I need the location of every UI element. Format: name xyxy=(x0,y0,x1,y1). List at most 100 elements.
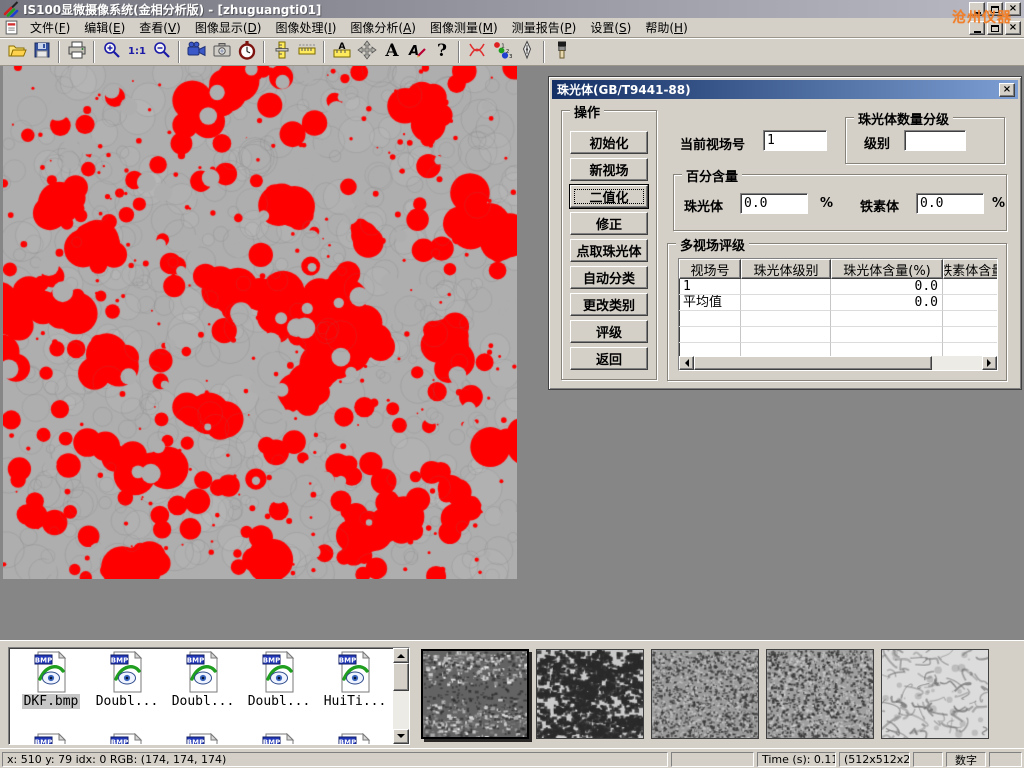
thumbnail-3[interactable] xyxy=(766,649,874,739)
table-horizontal-scrollbar[interactable] xyxy=(679,356,997,370)
menu-item-9[interactable]: 帮助(H) xyxy=(638,17,694,38)
dialog-close-button[interactable]: × xyxy=(999,83,1015,97)
measure-text-icon: A xyxy=(332,40,352,63)
status-bar: x: 510 y: 79 idx: 0 RGB: (174, 174, 174)… xyxy=(0,748,1024,768)
actual-size-button[interactable]: 1:1 xyxy=(124,39,149,64)
thumbnail-0[interactable] xyxy=(421,649,529,739)
move-cross-button[interactable] xyxy=(354,39,379,64)
level-input[interactable] xyxy=(904,130,966,151)
metallograph-image[interactable] xyxy=(3,66,517,579)
menu-item-7[interactable]: 测量报告(P) xyxy=(505,17,584,38)
video-camera-button[interactable] xyxy=(184,39,209,64)
print-button[interactable] xyxy=(64,39,89,64)
table-row-2[interactable] xyxy=(679,311,997,327)
table-row-3[interactable] xyxy=(679,327,997,343)
file-item-1[interactable]: BMPDoubl... xyxy=(91,651,163,709)
file-item-0[interactable]: BMPDKF.bmp xyxy=(15,651,87,709)
op-button-6[interactable]: 更改类别 xyxy=(570,293,648,316)
thumbnail-4[interactable] xyxy=(881,649,989,739)
document-icon xyxy=(4,20,19,35)
op-button-0[interactable]: 初始化 xyxy=(570,131,648,154)
pearlite-percent-input[interactable] xyxy=(740,193,808,214)
mdi-close-button[interactable]: × xyxy=(1005,21,1021,35)
menu-item-2[interactable]: 查看(V) xyxy=(132,17,188,38)
title-bar: IS100显微摄像系统(金相分析版) - [zhuguangti01] × xyxy=(0,0,1024,18)
op-button-4[interactable]: 点取珠光体 xyxy=(570,239,648,262)
zoom-in-button[interactable] xyxy=(99,39,124,64)
horizontal-ruler-button[interactable] xyxy=(294,39,319,64)
curve-tool-icon xyxy=(467,40,487,63)
op-button-1[interactable]: 新视场 xyxy=(570,158,648,181)
file-item-row2-0[interactable]: BMP xyxy=(15,733,87,745)
menu-item-4[interactable]: 图像处理(I) xyxy=(268,17,343,38)
menu-item-8[interactable]: 设置(S) xyxy=(583,17,638,38)
menu-item-5[interactable]: 图像分析(A) xyxy=(343,17,423,38)
file-item-3[interactable]: BMPDoubl... xyxy=(243,651,315,709)
file-item-2[interactable]: BMPDoubl... xyxy=(167,651,239,709)
column-header-1[interactable]: 珠光体级别 xyxy=(741,259,831,279)
curve-tool-button[interactable] xyxy=(464,39,489,64)
table-cell xyxy=(741,295,831,311)
file-scrollbar-thumb[interactable] xyxy=(393,663,409,691)
horizontal-ruler-icon xyxy=(297,40,317,63)
column-header-0[interactable]: 视场号 xyxy=(679,259,741,279)
scrollbar-thumb[interactable] xyxy=(694,356,932,370)
mdi-restore-icon xyxy=(991,25,999,32)
menu-item-6[interactable]: 图像测量(M) xyxy=(423,17,505,38)
svg-text:BMP: BMP xyxy=(111,657,128,665)
zoom-out-button[interactable] xyxy=(149,39,174,64)
menu-item-0[interactable]: 文件(F) xyxy=(23,17,77,38)
thumbnail-1[interactable] xyxy=(536,649,644,739)
menu-item-3[interactable]: 图像显示(D) xyxy=(188,17,269,38)
restore-button[interactable] xyxy=(987,2,1003,16)
help-button[interactable]: ? xyxy=(429,39,454,64)
file-list-scrollbar[interactable] xyxy=(393,648,409,744)
op-button-8[interactable]: 返回 xyxy=(570,347,648,370)
scroll-right-button[interactable] xyxy=(982,356,997,370)
current-field-input[interactable] xyxy=(763,130,827,151)
ferrite-percent-input[interactable] xyxy=(916,193,984,214)
file-item-row2-2[interactable]: BMP xyxy=(167,733,239,745)
table-row-0[interactable]: 10.0 xyxy=(679,279,997,295)
paint-brush-button[interactable] xyxy=(549,39,574,64)
bmp-file-icon: BMP xyxy=(167,651,239,693)
file-item-row2-1[interactable]: BMP xyxy=(91,733,163,745)
pen-button[interactable] xyxy=(514,39,539,64)
scrollbar-track[interactable] xyxy=(932,356,982,370)
up-arrow-icon xyxy=(397,650,405,658)
thumbnail-2[interactable] xyxy=(651,649,759,739)
mdi-restore-button[interactable] xyxy=(987,21,1003,35)
text-label-button[interactable]: A xyxy=(379,39,404,64)
file-item-row2-3[interactable]: BMP xyxy=(243,733,315,745)
scroll-up-button[interactable] xyxy=(393,648,409,663)
dialog-title-bar[interactable]: 珠光体(GB/T9441-88) × xyxy=(552,80,1018,99)
file-item-row2-4[interactable]: BMP xyxy=(319,733,391,745)
measure-text-button[interactable]: A xyxy=(329,39,354,64)
op-button-7[interactable]: 评级 xyxy=(570,320,648,343)
save-button[interactable] xyxy=(29,39,54,64)
scroll-down-button[interactable] xyxy=(393,729,409,744)
minimize-button[interactable] xyxy=(969,2,985,16)
column-header-2[interactable]: 珠光体含量(%) xyxy=(831,259,943,279)
menu-item-1[interactable]: 编辑(E) xyxy=(77,17,132,38)
table-cell xyxy=(679,311,741,327)
mdi-minimize-button[interactable] xyxy=(969,21,985,35)
table-row-1[interactable]: 平均值0.0 xyxy=(679,295,997,311)
classify-points-button[interactable]: 123 xyxy=(489,39,514,64)
ferrite-label: 铁素体 xyxy=(860,196,899,215)
text-edit-button[interactable]: A xyxy=(404,39,429,64)
stopwatch-button[interactable] xyxy=(234,39,259,64)
scroll-left-button[interactable] xyxy=(679,356,694,370)
still-camera-button[interactable] xyxy=(209,39,234,64)
rating-table[interactable]: 视场号珠光体级别珠光体含量(%)铁素体含量(%) 10.0平均值0.0 xyxy=(678,258,998,371)
open-folder-button[interactable] xyxy=(4,39,29,64)
op-button-3[interactable]: 修正 xyxy=(570,212,648,235)
close-button[interactable]: × xyxy=(1005,2,1021,16)
op-button-5[interactable]: 自动分类 xyxy=(570,266,648,289)
op-button-2[interactable]: 二值化 xyxy=(570,185,648,208)
file-browser[interactable]: BMPDKF.bmpBMPDoubl...BMPDoubl...BMPDoubl… xyxy=(8,647,410,745)
file-item-4[interactable]: BMPHuiTi... xyxy=(319,651,391,709)
column-header-3[interactable]: 铁素体含量(%) xyxy=(943,259,998,279)
svg-text:A: A xyxy=(384,41,399,60)
vertical-caliper-button[interactable] xyxy=(269,39,294,64)
